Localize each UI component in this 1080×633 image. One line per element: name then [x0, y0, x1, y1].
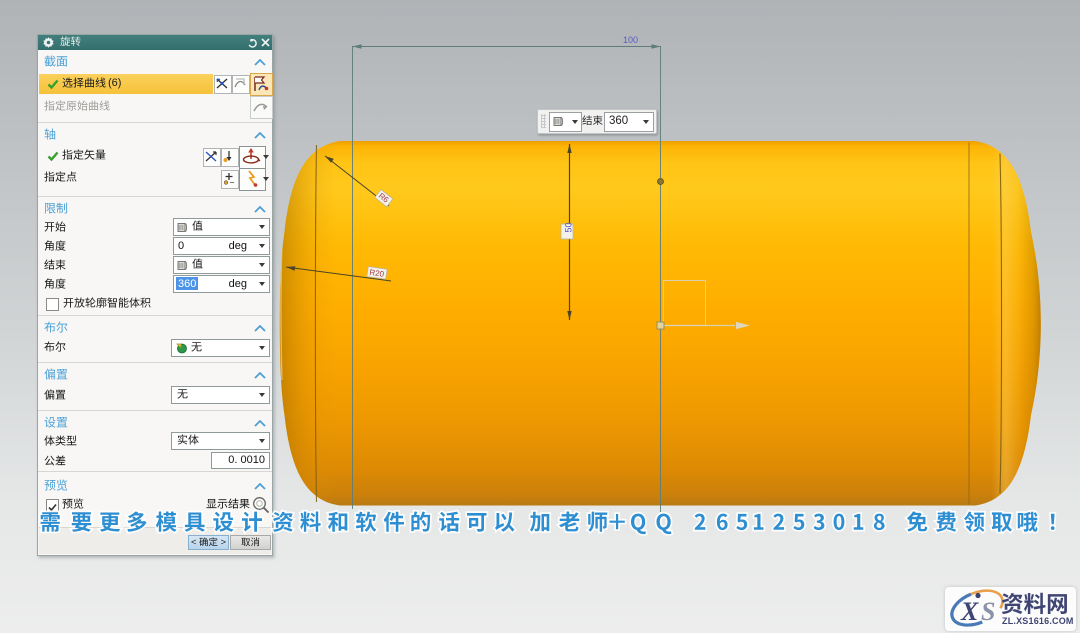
svg-text:100: 100 [623, 35, 638, 45]
svg-text:S: S [981, 597, 995, 626]
svg-text:50: 50 [564, 222, 574, 232]
svg-text:X: X [960, 597, 979, 626]
